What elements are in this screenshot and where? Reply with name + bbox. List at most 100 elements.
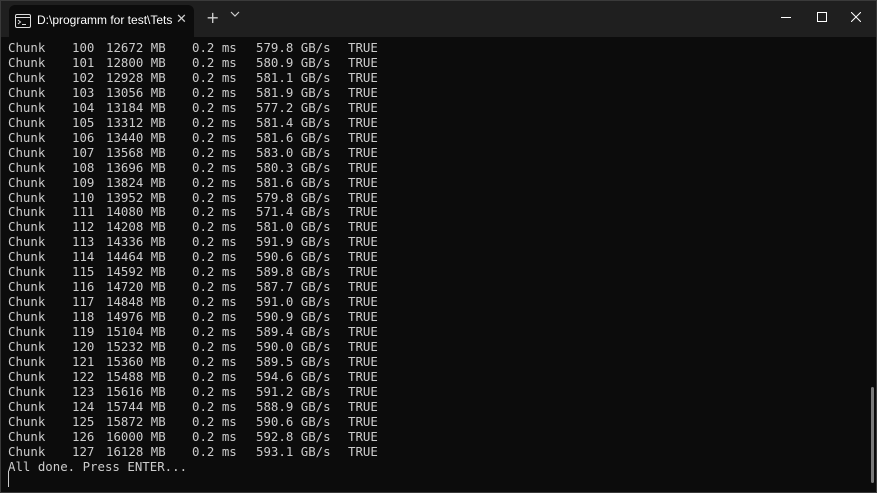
plus-icon[interactable]: + bbox=[206, 8, 219, 27]
cell-index: 117 bbox=[72, 294, 95, 310]
cell-size: 14336 MB bbox=[106, 234, 166, 250]
cell-label: Chunk bbox=[8, 84, 46, 100]
cell-size: 15360 MB bbox=[106, 353, 166, 369]
cell-time: 0.2 ms bbox=[192, 383, 237, 399]
cell-speed: 589.4 GB/s bbox=[256, 324, 331, 340]
text-cursor bbox=[8, 471, 9, 487]
cell-ok: TRUE bbox=[348, 339, 378, 354]
cell-label: Chunk bbox=[8, 413, 46, 429]
cell-label: Chunk bbox=[8, 219, 46, 235]
cell-index: 115 bbox=[72, 264, 95, 280]
cell-ok: TRUE bbox=[348, 99, 378, 115]
close-icon[interactable] bbox=[833, 1, 876, 33]
cell-size: 14720 MB bbox=[106, 279, 166, 295]
cell-index: 107 bbox=[72, 144, 95, 160]
cell-speed: 590.0 GB/s bbox=[256, 339, 331, 354]
cell-index: 101 bbox=[72, 54, 95, 70]
cell-time: 0.2 ms bbox=[192, 84, 237, 100]
cell-label: Chunk bbox=[8, 428, 46, 444]
cell-label: Chunk bbox=[8, 174, 46, 190]
cell-size: 14592 MB bbox=[106, 264, 166, 280]
cell-speed: 581.4 GB/s bbox=[256, 114, 331, 130]
cell-index: 123 bbox=[72, 383, 95, 399]
cell-ok: TRUE bbox=[348, 383, 378, 399]
chevron-down-icon[interactable] bbox=[230, 8, 240, 22]
cell-time: 0.2 ms bbox=[192, 294, 237, 310]
cell-speed: 590.6 GB/s bbox=[256, 413, 331, 429]
cell-speed: 592.8 GB/s bbox=[256, 428, 331, 444]
cell-size: 13056 MB bbox=[106, 84, 166, 100]
cell-time: 0.2 ms bbox=[192, 174, 237, 190]
cell-ok: TRUE bbox=[348, 279, 378, 295]
completion-message: All done. Press ENTER... bbox=[8, 458, 188, 474]
cell-size: 14208 MB bbox=[106, 219, 166, 235]
terminal-output[interactable]: Chunk 100 12672 MB 0.2 ms 579.8 GB/s TRUE Chun… bbox=[1, 37, 861, 492]
cell-size: 13952 MB bbox=[106, 189, 166, 205]
cell-speed: 581.0 GB/s bbox=[256, 219, 331, 235]
cell-size: 13568 MB bbox=[106, 144, 166, 160]
cell-label: Chunk bbox=[8, 398, 46, 414]
cell-time: 0.2 ms bbox=[192, 249, 237, 265]
cell-time: 0.2 ms bbox=[192, 428, 237, 444]
cell-index: 125 bbox=[72, 413, 95, 429]
cell-index: 100 bbox=[72, 40, 95, 55]
cell-ok: TRUE bbox=[348, 54, 378, 70]
cell-size: 15616 MB bbox=[106, 383, 166, 399]
cell-ok: TRUE bbox=[348, 40, 378, 55]
terminal-tab[interactable]: D:\programm for test\Tets GPU ✕ bbox=[9, 5, 194, 37]
cell-index: 127 bbox=[72, 443, 95, 459]
cell-size: 15232 MB bbox=[106, 339, 166, 354]
scrollbar[interactable] bbox=[871, 387, 874, 483]
cell-index: 106 bbox=[72, 129, 95, 145]
cell-speed: 589.5 GB/s bbox=[256, 353, 331, 369]
cell-speed: 581.9 GB/s bbox=[256, 84, 331, 100]
cell-ok: TRUE bbox=[348, 353, 378, 369]
cell-ok: TRUE bbox=[348, 368, 378, 384]
cell-label: Chunk bbox=[8, 99, 46, 115]
cell-index: 112 bbox=[72, 219, 95, 235]
cell-label: Chunk bbox=[8, 129, 46, 145]
cell-label: Chunk bbox=[8, 279, 46, 295]
cell-label: Chunk bbox=[8, 294, 46, 310]
cell-speed: 588.9 GB/s bbox=[256, 398, 331, 414]
cell-ok: TRUE bbox=[348, 129, 378, 145]
cell-index: 103 bbox=[72, 84, 95, 100]
cell-index: 111 bbox=[72, 204, 95, 220]
cell-size: 15872 MB bbox=[106, 413, 166, 429]
cell-ok: TRUE bbox=[348, 174, 378, 190]
cell-index: 113 bbox=[72, 234, 95, 250]
close-icon[interactable]: ✕ bbox=[176, 12, 187, 27]
tab-title: D:\programm for test\Tets GPU bbox=[37, 13, 173, 27]
cell-index: 126 bbox=[72, 428, 95, 444]
cell-time: 0.2 ms bbox=[192, 234, 237, 250]
cell-label: Chunk bbox=[8, 114, 46, 130]
cell-size: 12800 MB bbox=[106, 54, 166, 70]
cell-time: 0.2 ms bbox=[192, 353, 237, 369]
cell-index: 121 bbox=[72, 353, 95, 369]
cell-speed: 580.9 GB/s bbox=[256, 54, 331, 70]
cell-size: 13440 MB bbox=[106, 129, 166, 145]
cell-size: 13312 MB bbox=[106, 114, 166, 130]
cell-speed: 587.7 GB/s bbox=[256, 279, 331, 295]
cell-size: 14976 MB bbox=[106, 309, 166, 325]
cell-ok: TRUE bbox=[348, 428, 378, 444]
cell-ok: TRUE bbox=[348, 114, 378, 130]
cell-index: 109 bbox=[72, 174, 95, 190]
cell-ok: TRUE bbox=[348, 84, 378, 100]
cell-index: 120 bbox=[72, 339, 95, 354]
cell-ok: TRUE bbox=[348, 398, 378, 414]
cell-speed: 581.1 GB/s bbox=[256, 69, 331, 85]
cell-index: 118 bbox=[72, 309, 95, 325]
cell-size: 13696 MB bbox=[106, 159, 166, 175]
cell-label: Chunk bbox=[8, 189, 46, 205]
cell-size: 16000 MB bbox=[106, 428, 166, 444]
cell-ok: TRUE bbox=[348, 413, 378, 429]
cell-label: Chunk bbox=[8, 309, 46, 325]
cell-label: Chunk bbox=[8, 324, 46, 340]
cell-speed: 591.2 GB/s bbox=[256, 383, 331, 399]
cell-speed: 591.0 GB/s bbox=[256, 294, 331, 310]
cell-time: 0.2 ms bbox=[192, 114, 237, 130]
terminal-window: D:\programm for test\Tets GPU ✕ + Chunk 1… bbox=[0, 0, 877, 493]
cell-ok: TRUE bbox=[348, 204, 378, 220]
cell-ok: TRUE bbox=[348, 443, 378, 459]
